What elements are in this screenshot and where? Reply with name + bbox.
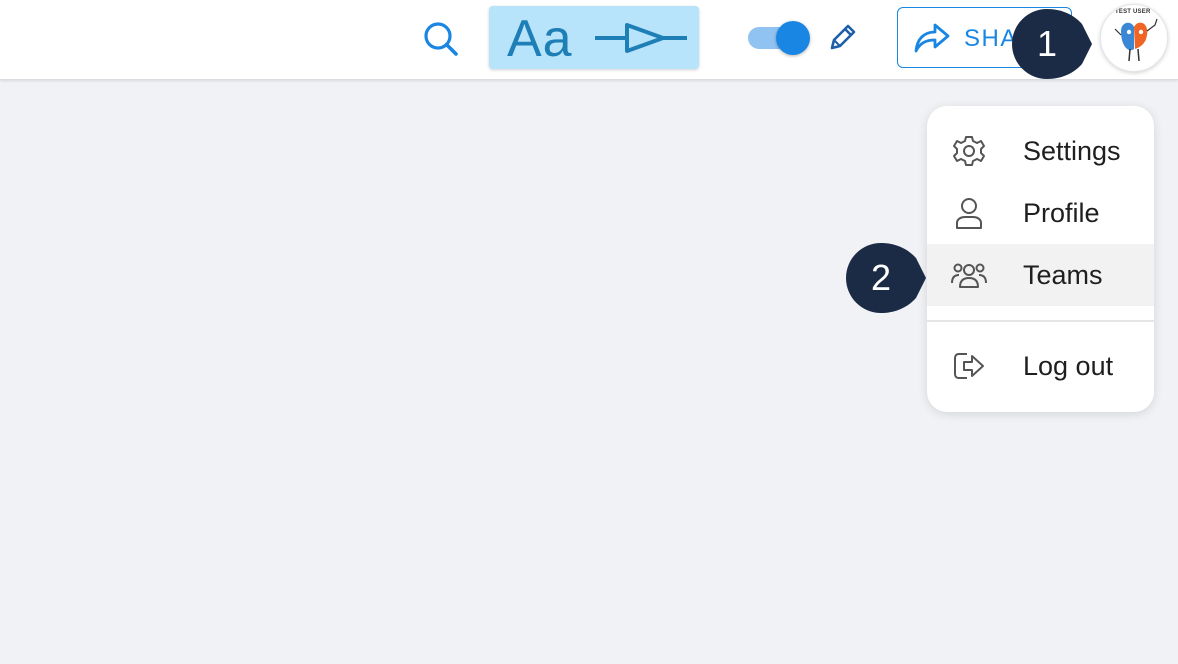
gear-icon: [953, 136, 985, 166]
avatar-tag: TEST USER: [1115, 9, 1151, 15]
menu-item-label: Log out: [1023, 351, 1114, 381]
toggle-knob: [776, 21, 810, 55]
connector-arrow-icon: [595, 23, 687, 53]
user-avatar[interactable]: TEST USER: [1100, 4, 1168, 72]
edit-mode-toggle[interactable]: [747, 20, 813, 56]
menu-item-teams[interactable]: Teams: [927, 244, 1154, 306]
mascot-avatar-image: [1114, 18, 1158, 62]
team-icon: [951, 263, 987, 288]
menu-item-profile[interactable]: Profile: [927, 182, 1154, 244]
top-toolbar: Aa SHARE TEST USER: [0, 0, 1178, 80]
step-badge-2: 2: [846, 243, 926, 313]
step-number: 1: [1036, 23, 1058, 64]
step-badge-1: 1: [1012, 9, 1092, 79]
user-dropdown-menu: Settings Profile Teams Log out: [927, 106, 1154, 412]
menu-item-label: Profile: [1023, 198, 1100, 228]
menu-item-logout[interactable]: Log out: [927, 335, 1154, 397]
pencil-icon[interactable]: [826, 20, 858, 54]
menu-item-settings[interactable]: Settings: [927, 120, 1154, 182]
search-icon: [424, 22, 458, 56]
text-style-label: Aa: [507, 10, 573, 68]
search-button[interactable]: [420, 19, 460, 59]
text-style-button[interactable]: Aa: [489, 6, 699, 69]
logout-icon: [954, 353, 984, 379]
menu-item-label: Teams: [1023, 260, 1103, 290]
user-icon: [956, 198, 982, 229]
menu-divider: [927, 320, 1154, 322]
menu-item-label: Settings: [1023, 136, 1121, 166]
step-number: 2: [870, 257, 892, 298]
share-icon: [914, 23, 950, 53]
